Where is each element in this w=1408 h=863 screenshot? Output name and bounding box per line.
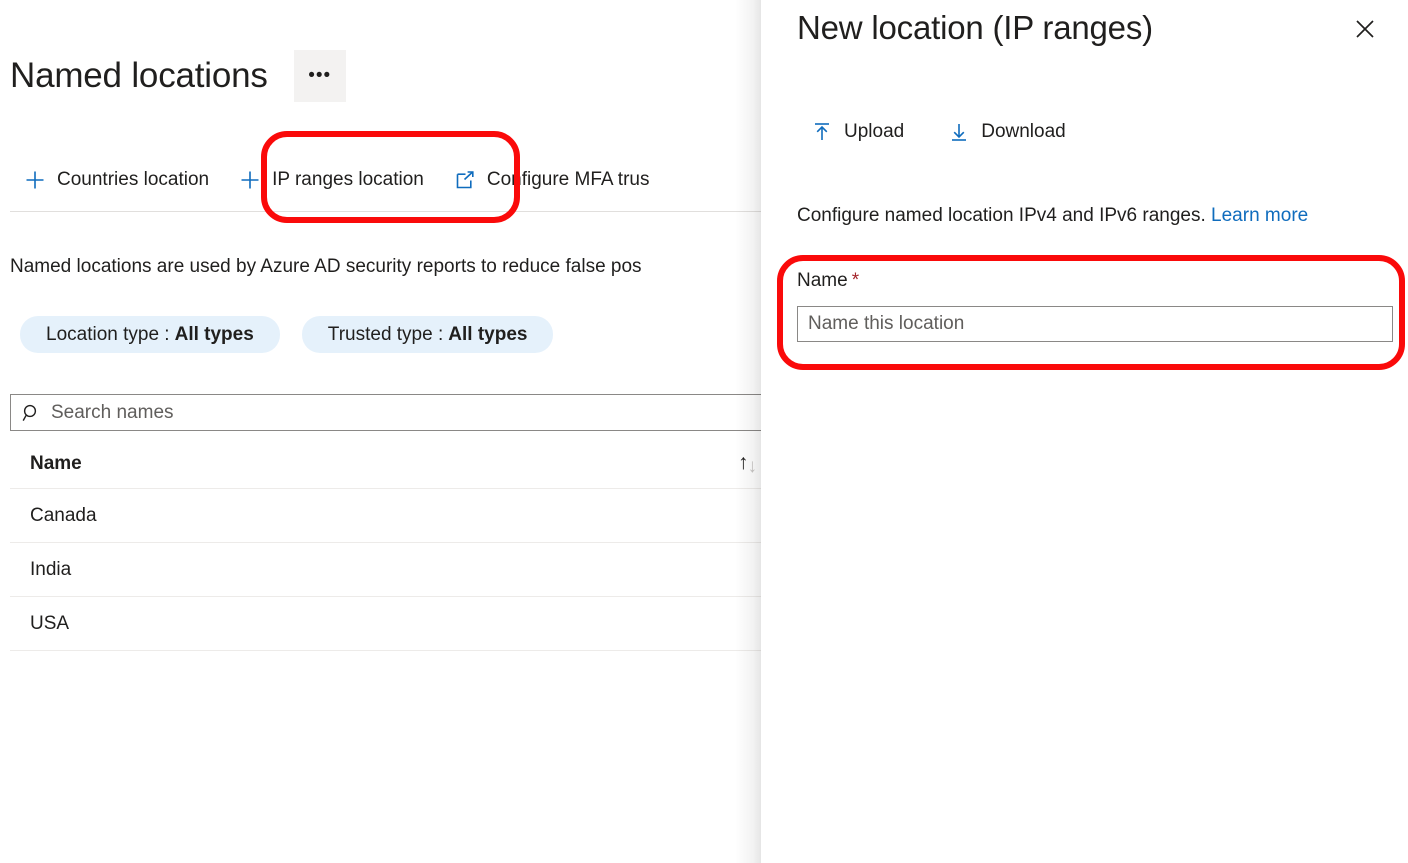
search-names-input[interactable]: Search names [10, 394, 772, 431]
download-icon [948, 121, 970, 143]
filter-pill-trusted-type[interactable]: Trusted type : All types [301, 316, 554, 353]
countries-location-button[interactable]: Countries location [10, 158, 225, 202]
column-header-name[interactable]: Name [10, 453, 82, 475]
close-button[interactable] [1348, 12, 1382, 46]
new-location-blade: New location (IP ranges) Upload Download… [761, 0, 1408, 863]
close-icon [1356, 20, 1374, 38]
name-label-text: Name [797, 270, 848, 291]
blade-header: New location (IP ranges) [797, 6, 1382, 50]
screen-root: Named locations ••• Countries location I… [0, 0, 1408, 863]
download-label: Download [981, 121, 1066, 142]
table-row[interactable]: USA [10, 597, 772, 651]
upload-label: Upload [844, 121, 905, 142]
ip-ranges-location-button[interactable]: IP ranges location [225, 158, 440, 202]
page-command-bar: Countries location IP ranges location Co… [10, 155, 665, 205]
countries-location-label: Countries location [57, 169, 210, 190]
name-input-placeholder: Name this location [808, 313, 965, 334]
ip-ranges-location-label: IP ranges location [272, 169, 424, 190]
plus-icon [239, 169, 261, 191]
named-locations-page: Named locations ••• Countries location I… [0, 0, 790, 863]
configure-mfa-label: Configure MFA trus [486, 169, 650, 190]
more-actions-button[interactable]: ••• [293, 50, 346, 102]
filter-trusted-type-value: All types [448, 323, 528, 345]
required-asterisk: * [851, 270, 860, 291]
cell-name: Canada [30, 504, 97, 526]
external-link-icon [454, 169, 476, 191]
plus-icon [24, 169, 46, 191]
filter-trusted-type-label: Trusted type : [327, 323, 444, 345]
learn-more-link[interactable]: Learn more [1211, 205, 1308, 226]
table-header-row: Name ↑ ↓ [10, 440, 772, 489]
cell-name: USA [30, 612, 70, 634]
filter-pill-row: Location type : All types Trusted type :… [20, 316, 554, 353]
upload-icon [811, 121, 833, 143]
page-header: Named locations ••• [10, 50, 346, 102]
blade-description-text: Configure named location IPv4 and IPv6 r… [797, 205, 1206, 226]
page-title: Named locations [10, 56, 268, 95]
upload-button[interactable]: Upload [797, 110, 920, 154]
filter-pill-location-type[interactable]: Location type : All types [20, 316, 280, 353]
sort-toggle[interactable]: ↑ ↓ [738, 452, 757, 477]
configure-mfa-trusted-ips-button[interactable]: Configure MFA trus [440, 158, 666, 202]
table-row[interactable]: India [10, 543, 772, 597]
blade-command-bar: Upload Download [797, 110, 1082, 154]
command-bar-divider [10, 211, 765, 212]
ellipsis-icon: ••• [308, 65, 332, 86]
cell-name: India [30, 558, 72, 580]
download-button[interactable]: Download [934, 110, 1082, 154]
search-placeholder: Search names [51, 401, 174, 423]
arrow-down-icon: ↓ [747, 456, 758, 477]
search-icon [21, 402, 43, 424]
name-input[interactable]: Name this location [797, 306, 1393, 342]
page-description: Named locations are used by Azure AD sec… [10, 256, 642, 277]
named-locations-table: Name ↑ ↓ Canada India USA [10, 440, 772, 651]
blade-title: New location (IP ranges) [797, 9, 1153, 46]
name-field-label: Name * [797, 269, 859, 293]
filter-location-type-label: Location type : [46, 323, 170, 345]
table-row[interactable]: Canada [10, 489, 772, 543]
blade-description: Configure named location IPv4 and IPv6 r… [797, 203, 1308, 229]
filter-location-type-value: All types [174, 323, 254, 345]
